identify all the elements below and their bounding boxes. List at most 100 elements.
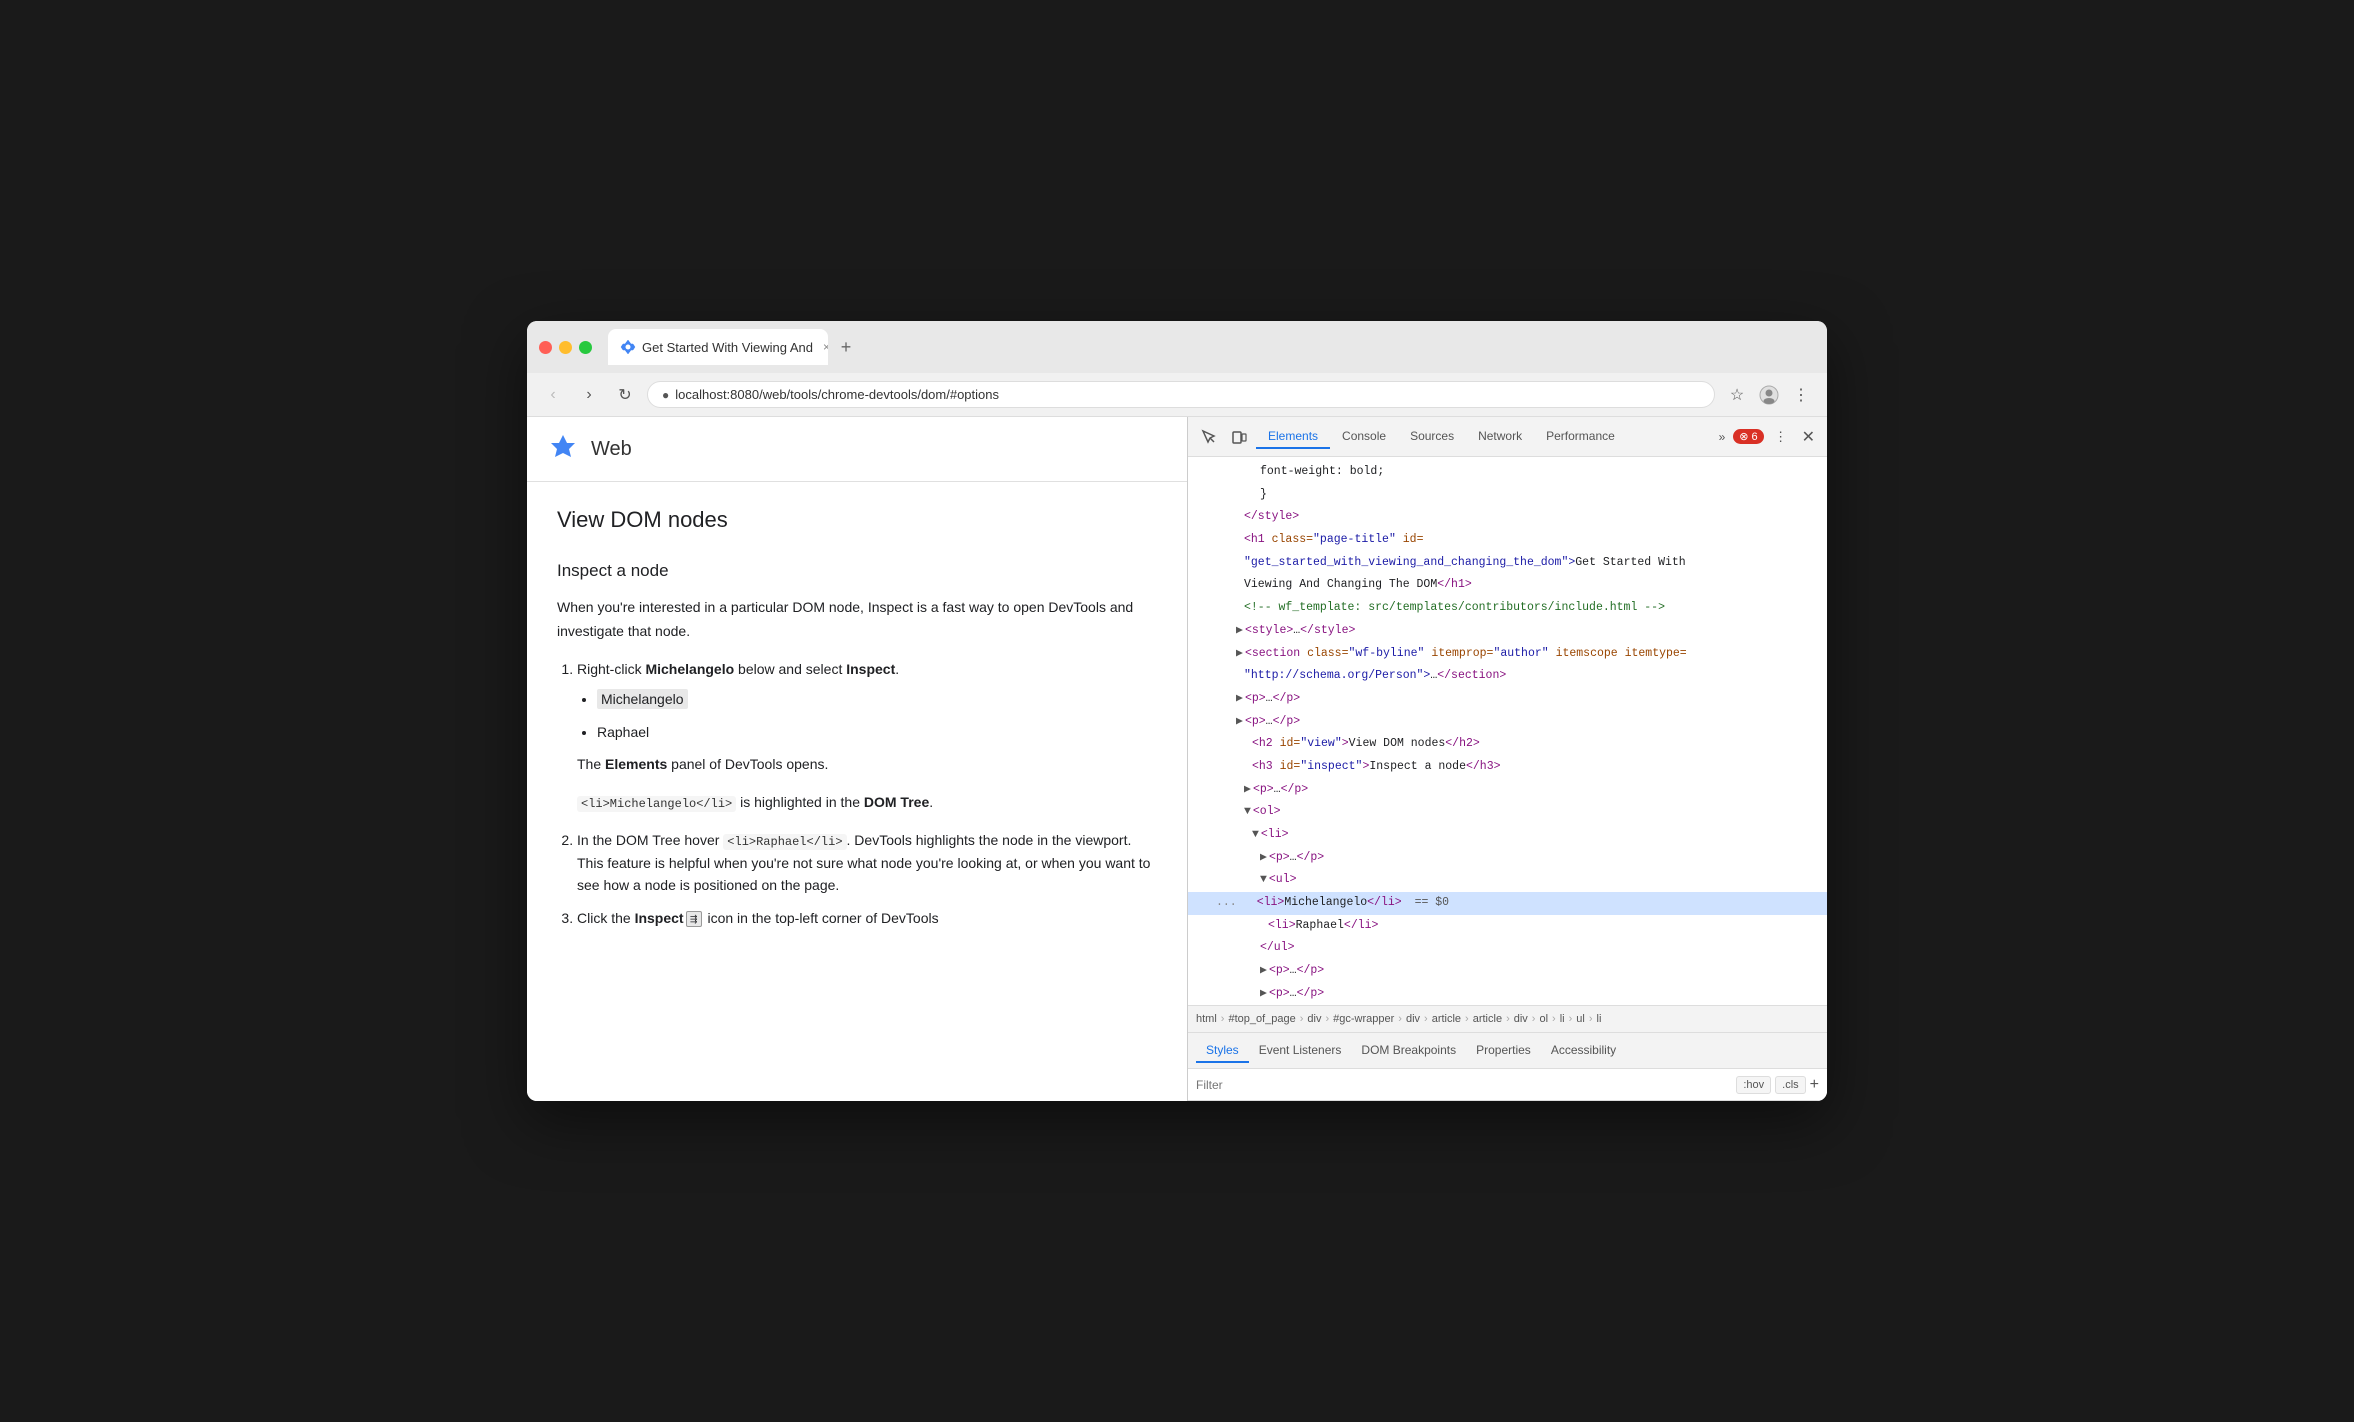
dom-line[interactable]: ▼ <li> xyxy=(1188,824,1827,847)
breadcrumb-div3[interactable]: div xyxy=(1514,1013,1528,1025)
step-1: Right-click Michelangelo below and selec… xyxy=(577,658,1157,815)
breadcrumb-article2[interactable]: article xyxy=(1473,1013,1502,1025)
expand-arrow-li[interactable]: ▼ xyxy=(1252,825,1259,846)
close-traffic-light[interactable] xyxy=(539,341,552,354)
devtools-toolbar: Elements Console Sources Network Perform… xyxy=(1188,417,1827,457)
breadcrumb-li1[interactable]: li xyxy=(1560,1013,1565,1025)
dom-line: "http://schema.org/Person">…</section> xyxy=(1188,665,1827,688)
bt-tab-properties[interactable]: Properties xyxy=(1466,1039,1541,1063)
maximize-traffic-light[interactable] xyxy=(579,341,592,354)
expand-arrow[interactable]: ▶ xyxy=(1236,712,1243,733)
breadcrumb-gc-wrapper[interactable]: #gc-wrapper xyxy=(1333,1013,1394,1025)
tab-bar: Get Started With Viewing And × + xyxy=(608,329,1815,365)
dom-line[interactable]: ▶ <p>…</p> xyxy=(1188,960,1827,983)
dom-line[interactable]: ▶ <p>…</p> xyxy=(1188,711,1827,734)
menu-button[interactable]: ⋮ xyxy=(1787,381,1815,409)
step1-sublist: Michelangelo Raphael xyxy=(597,688,1157,743)
expand-arrow[interactable]: ▶ xyxy=(1236,644,1243,665)
profile-icon xyxy=(1759,385,1779,405)
dom-line[interactable]: ▶ <p>…</p> xyxy=(1188,688,1827,711)
active-tab[interactable]: Get Started With Viewing And × xyxy=(608,329,828,365)
breadcrumb-ol[interactable]: ol xyxy=(1539,1013,1548,1025)
dom-line[interactable]: ▼ <ol> xyxy=(1188,801,1827,824)
error-badge: ⊗ 6 xyxy=(1733,429,1763,444)
bt-tab-dom-breakpoints[interactable]: DOM Breakpoints xyxy=(1351,1039,1466,1063)
inspect-icon-inline: ⇶ xyxy=(686,911,702,927)
cls-button[interactable]: .cls xyxy=(1775,1076,1806,1094)
error-icon: ⊗ xyxy=(1739,430,1748,443)
step2-text-before: In the DOM Tree hover xyxy=(577,832,723,848)
add-style-button[interactable]: + xyxy=(1810,1076,1819,1094)
dom-line: <h3 id="inspect">Inspect a node</h3> xyxy=(1188,756,1827,779)
expand-arrow-ul[interactable]: ▼ xyxy=(1260,870,1267,891)
url-bar[interactable]: ● localhost:8080/web/tools/chrome-devtoo… xyxy=(647,381,1715,408)
reload-button[interactable]: ↻ xyxy=(611,381,639,409)
step1-text-mid: below and select xyxy=(734,661,846,677)
devtools-close-button[interactable]: ✕ xyxy=(1798,423,1819,451)
step3-text-before: Click the xyxy=(577,910,635,926)
more-tabs-button[interactable]: » xyxy=(1719,430,1726,444)
back-icon: ‹ xyxy=(550,386,555,404)
dom-line[interactable]: ▶ <p>…</p> xyxy=(1188,847,1827,870)
tab-performance[interactable]: Performance xyxy=(1534,425,1627,449)
device-mode-button[interactable] xyxy=(1226,424,1252,450)
bt-tab-event-listeners[interactable]: Event Listeners xyxy=(1249,1039,1352,1063)
profile-button[interactable] xyxy=(1755,381,1783,409)
expand-arrow[interactable]: ▶ xyxy=(1260,961,1267,982)
expand-arrow[interactable]: ▶ xyxy=(1260,984,1267,1005)
tab-close-button[interactable]: × xyxy=(823,340,828,354)
expand-arrow[interactable]: ▶ xyxy=(1244,780,1251,801)
breadcrumb-html[interactable]: html xyxy=(1196,1013,1217,1025)
page-h2: View DOM nodes xyxy=(557,502,1157,537)
bt-tab-accessibility[interactable]: Accessibility xyxy=(1541,1039,1626,1063)
step1-text-after: . xyxy=(895,661,899,677)
tab-console[interactable]: Console xyxy=(1330,425,1398,449)
hov-button[interactable]: :hov xyxy=(1736,1076,1771,1094)
devtools-menu-button[interactable]: ⋮ xyxy=(1768,424,1794,450)
back-button[interactable]: ‹ xyxy=(539,381,567,409)
breadcrumb-ul[interactable]: ul xyxy=(1576,1013,1585,1025)
steps-list: Right-click Michelangelo below and selec… xyxy=(577,658,1157,929)
new-tab-button[interactable]: + xyxy=(832,333,860,361)
step-3: Click the Inspect⇶ icon in the top-left … xyxy=(577,907,1157,929)
step3-bold: Inspect xyxy=(635,910,684,926)
dom-line[interactable]: ▶ <style>…</style> xyxy=(1188,620,1827,643)
tab-favicon xyxy=(620,339,636,355)
dom-line: Viewing And Changing The DOM</h1> xyxy=(1188,574,1827,597)
tab-elements[interactable]: Elements xyxy=(1256,425,1330,449)
address-actions: ☆ ⋮ xyxy=(1723,381,1815,409)
dom-line[interactable]: ▼ <ul> xyxy=(1188,869,1827,892)
expand-arrow-ol[interactable]: ▼ xyxy=(1244,802,1251,823)
dom-line[interactable]: ▶ <p>…</p> xyxy=(1188,779,1827,802)
bookmark-button[interactable]: ☆ xyxy=(1723,381,1751,409)
bt-tab-styles[interactable]: Styles xyxy=(1196,1039,1249,1063)
page-intro: When you're interested in a particular D… xyxy=(557,596,1157,644)
dom-line-highlighted[interactable]: ... <li>Michelangelo</li> == $0 xyxy=(1188,892,1827,915)
breadcrumb-top-of-page[interactable]: #top_of_page xyxy=(1228,1013,1295,1025)
step1-sub1: Michelangelo xyxy=(597,688,1157,710)
tab-sources[interactable]: Sources xyxy=(1398,425,1466,449)
forward-button[interactable]: › xyxy=(575,381,603,409)
url-text: localhost:8080/web/tools/chrome-devtools… xyxy=(675,387,1700,402)
tab-network[interactable]: Network xyxy=(1466,425,1534,449)
expand-arrow-p[interactable]: ▶ xyxy=(1260,848,1267,869)
inspect-element-button[interactable] xyxy=(1196,424,1222,450)
minimize-traffic-light[interactable] xyxy=(559,341,572,354)
breadcrumb-article1[interactable]: article xyxy=(1432,1013,1461,1025)
expand-arrow[interactable]: ▶ xyxy=(1236,689,1243,710)
breadcrumb-li2[interactable]: li xyxy=(1597,1013,1602,1025)
tab-label: Get Started With Viewing And xyxy=(642,340,813,355)
web-logo xyxy=(547,433,579,465)
filter-input[interactable] xyxy=(1196,1078,1732,1092)
dom-line: font-weight: bold; xyxy=(1188,461,1827,484)
devtools-bottom-tabs: Styles Event Listeners DOM Breakpoints P… xyxy=(1188,1033,1827,1069)
step1-note: The Elements panel of DevTools opens. xyxy=(577,753,1157,777)
expand-arrow[interactable]: ▶ xyxy=(1236,621,1243,642)
breadcrumb-div2[interactable]: div xyxy=(1406,1013,1420,1025)
dom-line[interactable]: ▶ <p>…</p> xyxy=(1188,983,1827,1005)
dom-line[interactable]: ▶ <section class="wf-byline" itemprop="a… xyxy=(1188,643,1827,666)
breadcrumb-div1[interactable]: div xyxy=(1307,1013,1321,1025)
step2-code: <li>Raphael</li> xyxy=(723,834,846,850)
devtools-tabs: Elements Console Sources Network Perform… xyxy=(1256,425,1711,449)
step1-bold1: Michelangelo xyxy=(645,661,734,677)
